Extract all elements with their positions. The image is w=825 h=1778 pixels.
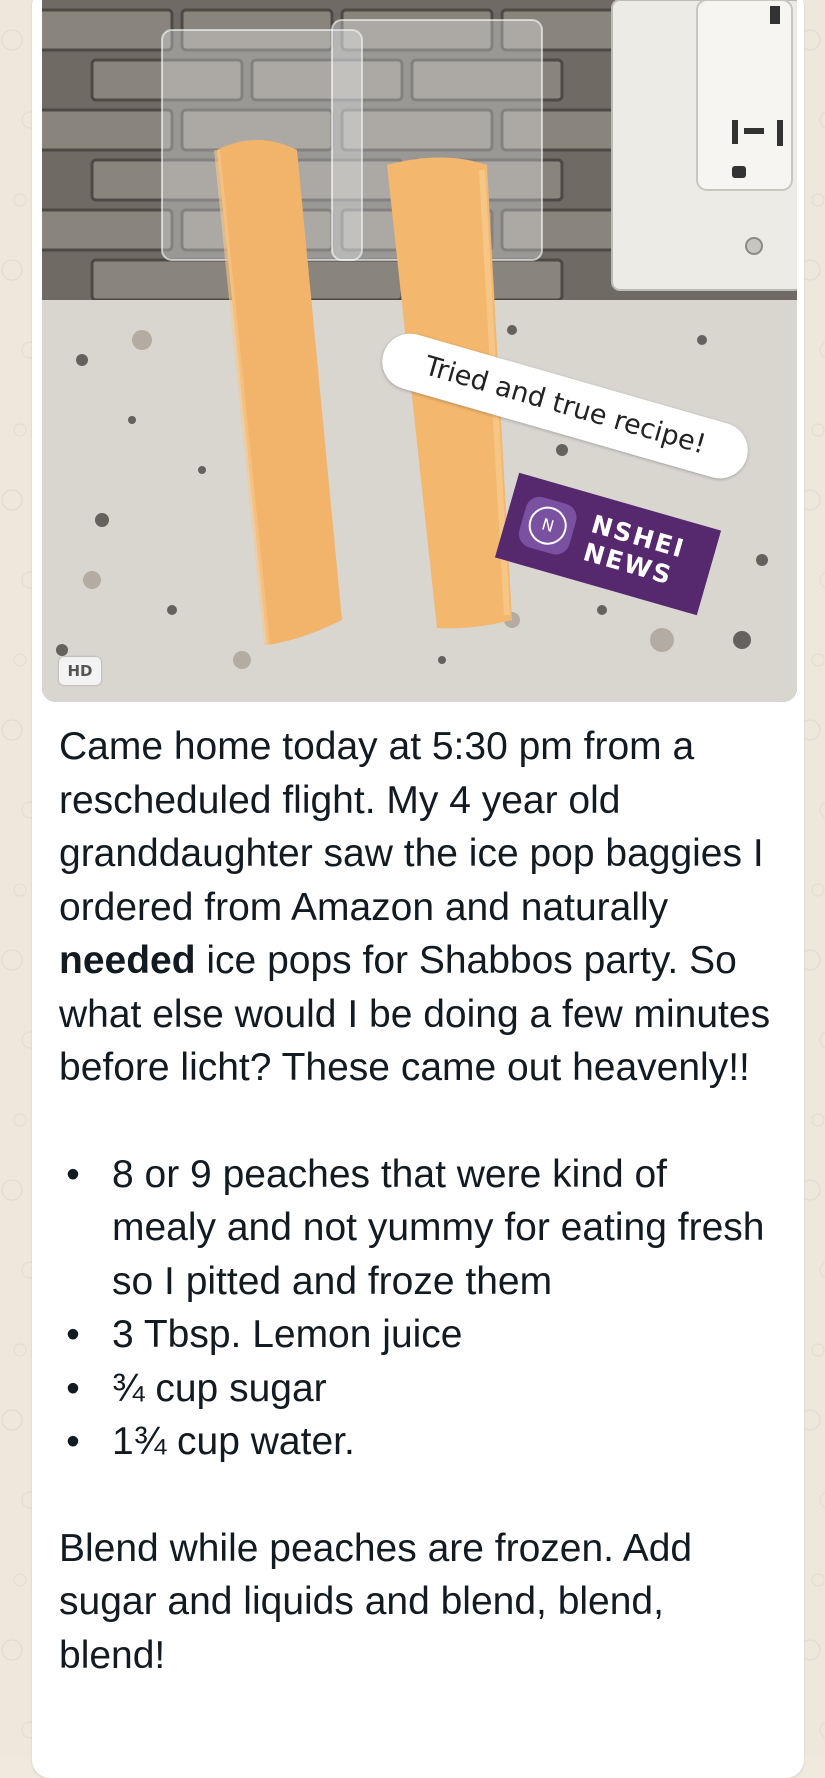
ingredient-text: 1¾ cup water. [112,1420,355,1463]
ingredient-list: • 8 or 9 peaches that were kind of mealy … [59,1148,781,1469]
bullet-icon: • [66,1420,80,1463]
logo-mark-letter: N [524,502,572,550]
intro-bold-word: needed [59,939,196,982]
list-item: • 8 or 9 peaches that were kind of mealy … [59,1148,781,1309]
logo-wordmark: NSHEI NEWS [580,509,688,591]
message-text: Came home today at 5:30 pm from a resche… [59,720,781,1682]
news-logo-icon: N [515,493,580,558]
intro-text-start: Came home today at 5:30 pm from a resche… [59,725,764,929]
ingredient-text: ¾ cup sugar [112,1366,327,1410]
ingredient-text: 8 or 9 peaches that were kind of mealy a… [112,1152,765,1303]
ingredient-text: 3 Tbsp. Lemon juice [112,1313,463,1356]
list-item: • 1¾ cup water. [59,1415,781,1469]
bullet-icon: • [66,1152,80,1196]
message-instructions: Blend while peaches are frozen. Add suga… [59,1526,693,1677]
list-item: • ¾ cup sugar [59,1362,781,1416]
hd-badge: HD [59,657,101,685]
bullet-icon: • [66,1313,80,1356]
bullet-icon: • [66,1366,80,1410]
message-intro: Came home today at 5:30 pm from a resche… [59,720,781,1095]
list-item: • 3 Tbsp. Lemon juice [59,1308,781,1362]
